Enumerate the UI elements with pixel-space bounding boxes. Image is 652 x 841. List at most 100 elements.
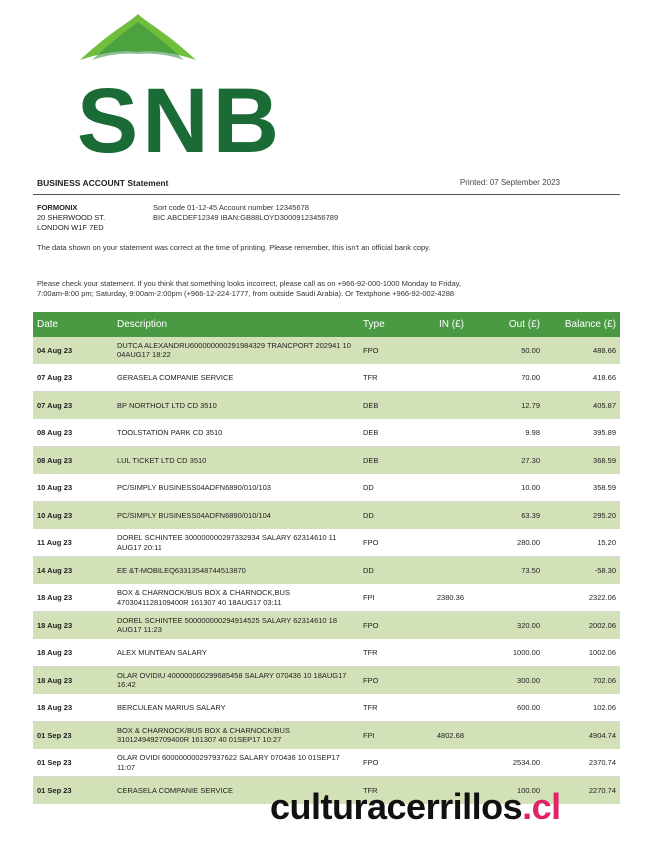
cell-type: FPI: [359, 721, 422, 750]
cell-in: [422, 474, 468, 502]
customer-address: FORMONIX 20 SHERWOOD ST. LONDON W1F 7ED: [37, 203, 105, 233]
cell-date: 07 Aug 23: [33, 391, 113, 420]
cell-date: 14 Aug 23: [33, 556, 113, 585]
check-statement-note: Please check your statement. If you thin…: [37, 279, 462, 298]
cell-out: 2534.00: [468, 749, 544, 777]
data-correct-note: The data shown on your statement was cor…: [37, 243, 431, 252]
cell-out: 12.79: [468, 391, 544, 420]
cell-bal: 2370.74: [544, 749, 620, 777]
cell-desc: DUTCA ALEXANDRU600000000291984329 TRANCP…: [113, 337, 359, 365]
cell-date: 07 Aug 23: [33, 364, 113, 392]
bic-iban: BIC ABCDEF12349 IBAN:GB88LOYD30009123456…: [153, 213, 339, 222]
col-in: IN (£): [422, 312, 468, 337]
table-row: 18 Aug 23 DOREL SCHINTEE 5000000002949145…: [33, 611, 620, 640]
cell-date: 11 Aug 23: [33, 529, 113, 557]
table-row: 18 Aug 23 BOX & CHARNOCK/BUS BOX & CHARNO…: [33, 584, 620, 612]
cell-type: DEB: [359, 391, 422, 420]
table-row: 14 Aug 23 EE &T-MOBILEQ63313548744513870 D…: [33, 556, 620, 585]
table-row: 01 Sep 23 BOX & CHARNOCK/BUS BOX & CHARNO…: [33, 721, 620, 750]
table-row: 01 Sep 23 OLAR OVIDI 600000000297937622 S…: [33, 749, 620, 777]
table-row: 18 Aug 23 ALEX MUNTEAN SALARY TFR 1000.00 10…: [33, 639, 620, 667]
cell-bal: 405.87: [544, 391, 620, 420]
cell-bal: 702.06: [544, 666, 620, 695]
cell-date: 01 Sep 23: [33, 721, 113, 750]
cell-date: 01 Sep 23: [33, 749, 113, 777]
cell-date: 18 Aug 23: [33, 584, 113, 612]
statement-title: BUSINESS ACCOUNT Statement: [37, 178, 169, 188]
cell-in: [422, 337, 468, 365]
cell-desc: GERASELA COMPANIE SERVICE: [113, 364, 359, 392]
cell-type: DEB: [359, 419, 422, 447]
cell-date: 18 Aug 23: [33, 611, 113, 640]
customer-address-line1: 20 SHERWOOD ST.: [37, 213, 106, 222]
watermark-dot: .: [522, 786, 532, 827]
table-header-row: Date Description Type IN (£) Out (£) Bal…: [33, 312, 620, 337]
cell-desc: DOREL SCHINTEE 300000000297332934 SALARY…: [113, 529, 359, 557]
cell-in: [422, 529, 468, 557]
cell-type: FPO: [359, 749, 422, 777]
transactions-table: Date Description Type IN (£) Out (£) Bal…: [33, 312, 620, 805]
cell-in: [422, 419, 468, 447]
table-row: 08 Aug 23 LUL TICKET LTD CD 3510 DEB 27.30 3…: [33, 446, 620, 475]
cell-bal: 368.59: [544, 446, 620, 475]
cell-in: [422, 749, 468, 777]
cell-out: 10.00: [468, 474, 544, 502]
cell-type: FPI: [359, 584, 422, 612]
cell-desc: ALEX MUNTEAN SALARY: [113, 639, 359, 667]
cell-date: 08 Aug 23: [33, 419, 113, 447]
cell-bal: -58.30: [544, 556, 620, 585]
cell-type: DD: [359, 474, 422, 502]
cell-out: 280.00: [468, 529, 544, 557]
cell-bal: 418.66: [544, 364, 620, 392]
col-type: Type: [359, 312, 422, 337]
cell-in: 4802.68: [422, 721, 468, 750]
cell-out: 27.30: [468, 446, 544, 475]
cell-type: TFR: [359, 639, 422, 667]
cell-desc: LUL TICKET LTD CD 3510: [113, 446, 359, 475]
cell-date: 18 Aug 23: [33, 639, 113, 667]
cell-desc: DOREL SCHINTEE 500000000294914525 SALARY…: [113, 611, 359, 640]
cell-in: [422, 666, 468, 695]
cell-type: FPO: [359, 337, 422, 365]
cell-desc: BP NORTHOLT LTD CD 3510: [113, 391, 359, 420]
table-row: 10 Aug 23 PC/SIMPLY BUSINESS04ADFN6890/01…: [33, 474, 620, 502]
watermark: culturacerrillos.cl: [270, 786, 561, 828]
cell-out: 1000.00: [468, 639, 544, 667]
cell-desc: PC/SIMPLY BUSINESS04ADFN6890/010/104: [113, 501, 359, 530]
col-date: Date: [33, 312, 113, 337]
cell-bal: 395.89: [544, 419, 620, 447]
cell-out: 50.00: [468, 337, 544, 365]
cell-in: [422, 611, 468, 640]
cell-desc: OLAR OVIDI 600000000297937622 SALARY 070…: [113, 749, 359, 777]
watermark-main: culturacerrillos: [270, 786, 523, 827]
cell-desc: EE &T-MOBILEQ63313548744513870: [113, 556, 359, 585]
cell-desc: BERCULEAN MARIUS SALARY: [113, 694, 359, 722]
cell-date: 18 Aug 23: [33, 666, 113, 695]
bank-details: Sort code 01-12-45 Account number 123456…: [153, 203, 338, 223]
col-balance: Balance (£): [544, 312, 620, 337]
cell-type: FPO: [359, 611, 422, 640]
table-row: 11 Aug 23 DOREL SCHINTEE 3000000002973329…: [33, 529, 620, 557]
cell-bal: 2322.06: [544, 584, 620, 612]
cell-in: [422, 694, 468, 722]
cell-bal: 488.66: [544, 337, 620, 365]
cell-type: TFR: [359, 694, 422, 722]
cell-in: [422, 639, 468, 667]
cell-out: 600.00: [468, 694, 544, 722]
cell-out: 9.98: [468, 419, 544, 447]
table-row: 04 Aug 23 DUTCA ALEXANDRU6000000002919843…: [33, 337, 620, 365]
cell-out: 300.00: [468, 666, 544, 695]
table-row: 10 Aug 23 PC/SIMPLY BUSINESS04ADFN6890/01…: [33, 501, 620, 530]
table-row: 07 Aug 23 GERASELA COMPANIE SERVICE TFR 70.…: [33, 364, 620, 392]
cell-desc: OLAR OVIDIU 400000000299685458 SALARY 07…: [113, 666, 359, 695]
sort-code-account: Sort code 01-12-45 Account number 123456…: [153, 203, 309, 212]
cell-bal: 15.20: [544, 529, 620, 557]
cell-in: [422, 556, 468, 585]
cell-bal: 295.20: [544, 501, 620, 530]
cell-date: 10 Aug 23: [33, 501, 113, 530]
customer-address-line2: LONDON W1F 7ED: [37, 223, 104, 232]
cell-date: 18 Aug 23: [33, 694, 113, 722]
cell-date: 04 Aug 23: [33, 337, 113, 365]
transactions-body: 04 Aug 23 DUTCA ALEXANDRU6000000002919843…: [33, 337, 620, 805]
table-row: 07 Aug 23 BP NORTHOLT LTD CD 3510 DEB 12.79…: [33, 391, 620, 420]
